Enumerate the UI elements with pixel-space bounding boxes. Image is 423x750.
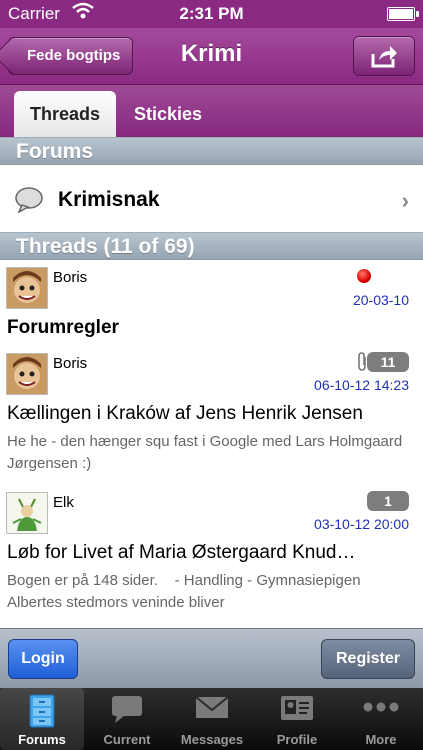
thread-date: 20-03-10 — [352, 292, 409, 308]
avatar — [6, 353, 48, 395]
navigation-bar: Fede bogtips Krimi — [0, 28, 423, 85]
thread-author: Boris — [53, 355, 88, 372]
clock-label: 2:31 PM — [179, 4, 244, 23]
thread-row[interactable]: Elk 1 03-10-12 20:00 Løb for Livet af Ma… — [0, 486, 423, 629]
tab-label: Messages — [180, 732, 244, 747]
forum-name: Krimisnak — [58, 188, 160, 211]
tab-label: Forums — [18, 732, 66, 747]
avatar — [6, 492, 48, 534]
thread-title: Forumregler — [7, 317, 119, 338]
tab-threads[interactable]: Threads — [14, 91, 117, 137]
battery-icon — [387, 7, 419, 21]
thread-excerpt: He he - den hænger squ fast i Google med… — [7, 433, 403, 472]
segment-bar: Threads Stickies — [0, 85, 423, 137]
cabinet-icon — [29, 694, 55, 728]
id-card-icon — [281, 696, 313, 720]
threads-section-header: Threads (11 of 69) — [0, 232, 423, 260]
unread-indicator-icon — [357, 269, 371, 283]
tab-label: Profile — [276, 732, 318, 747]
tab-forums[interactable]: Forums — [0, 688, 84, 750]
bottom-toolbar: Login Register — [0, 628, 423, 689]
reply-count-badge: 1 — [367, 491, 409, 511]
page-title: Krimi — [180, 40, 243, 67]
tab-bar: Forums Current Messages Profile More — [0, 688, 423, 750]
tab-label: Current — [103, 732, 151, 747]
thread-date: 06-10-12 14:23 — [314, 377, 409, 393]
thread-row[interactable]: Boris 11 06-10-12 14:23 Kællingen i Krak… — [0, 347, 423, 487]
more-dots-icon — [363, 702, 399, 712]
tab-messages[interactable]: Messages — [170, 688, 254, 750]
status-bar: Carrier 2:31 PM — [0, 0, 423, 28]
avatar — [6, 267, 48, 309]
envelope-icon — [195, 696, 229, 718]
tab-more[interactable]: More — [339, 688, 423, 750]
register-button[interactable]: Register — [321, 639, 415, 679]
thread-row[interactable]: Boris 20-03-10 Forumregler — [0, 261, 423, 348]
speech-bubble-icon — [14, 187, 44, 218]
back-button-label: Fede bogtips — [27, 47, 121, 64]
thread-author: Boris — [53, 269, 88, 286]
chat-bubble-icon — [112, 696, 142, 723]
forum-row-krimisnak[interactable]: Krimisnak › — [0, 166, 423, 233]
thread-title: Løb for Livet af Maria Østergaard Knud… — [7, 542, 356, 563]
tab-profile[interactable]: Profile — [255, 688, 339, 750]
thread-excerpt: Bogen er på 148 sider. - Handling - Gymn… — [7, 572, 364, 611]
tab-current[interactable]: Current — [85, 688, 169, 750]
forums-section-header: Forums — [0, 137, 423, 165]
reply-count-badge: 11 — [367, 352, 409, 372]
login-button[interactable]: Login — [8, 639, 78, 679]
thread-date: 03-10-12 20:00 — [314, 516, 409, 532]
share-button[interactable] — [353, 36, 415, 76]
back-button[interactable]: Fede bogtips — [8, 37, 134, 75]
thread-title: Kællingen i Kraków af Jens Henrik Jensen — [7, 403, 363, 424]
thread-author: Elk — [53, 494, 74, 511]
tab-label: More — [365, 732, 397, 747]
chevron-right-icon: › — [401, 188, 409, 213]
tab-stickies[interactable]: Stickies — [118, 91, 218, 137]
share-icon — [371, 46, 397, 68]
